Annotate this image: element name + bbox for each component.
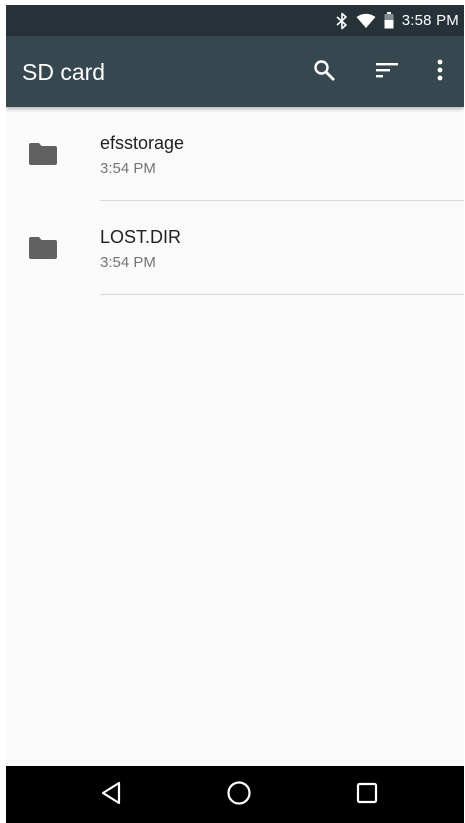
device-screen: 3:58 PM SD card efsstorage 3:54 PM LOST.…	[6, 5, 464, 823]
file-name: LOST.DIR	[100, 227, 182, 247]
file-list: efsstorage 3:54 PM LOST.DIR 3:54 PM	[6, 107, 464, 295]
more-vert-icon	[437, 59, 443, 86]
more-options-button[interactable]	[416, 48, 464, 96]
status-time: 3:58 PM	[401, 12, 459, 29]
navigation-bar	[6, 766, 464, 823]
home-button[interactable]	[221, 778, 257, 812]
list-item[interactable]: LOST.DIR 3:54 PM	[6, 201, 464, 295]
home-icon	[226, 780, 252, 811]
page-title: SD card	[22, 59, 106, 85]
status-bar: 3:58 PM	[6, 5, 464, 36]
back-button[interactable]	[93, 778, 129, 812]
back-icon	[100, 781, 122, 810]
recents-icon	[356, 782, 378, 809]
app-bar: SD card	[6, 36, 464, 107]
bluetooth-icon	[336, 12, 348, 30]
file-modified-time: 3:54 PM	[100, 254, 156, 271]
sort-button[interactable]	[363, 48, 411, 96]
folder-icon	[29, 237, 57, 259]
search-button[interactable]	[300, 48, 348, 96]
status-icons: 3:58 PM	[336, 5, 459, 36]
search-icon	[313, 59, 335, 86]
divider	[100, 294, 464, 295]
folder-icon	[29, 143, 57, 165]
wifi-icon	[356, 13, 376, 29]
file-modified-time: 3:54 PM	[100, 160, 156, 177]
file-name: efsstorage	[100, 133, 185, 153]
sort-icon	[376, 62, 398, 83]
recents-button[interactable]	[349, 778, 385, 812]
list-item[interactable]: efsstorage 3:54 PM	[6, 107, 464, 201]
battery-icon	[384, 12, 394, 29]
